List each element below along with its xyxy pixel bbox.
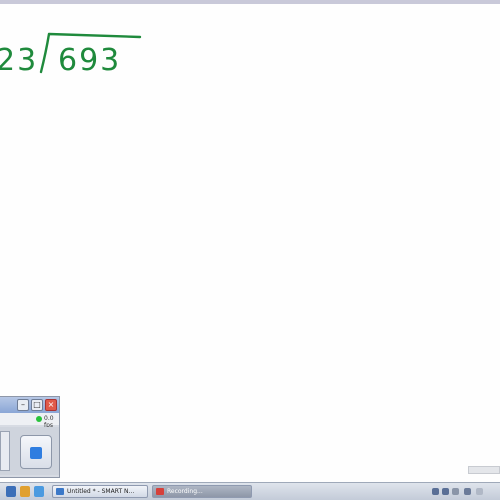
volume-icon[interactable] <box>442 488 449 495</box>
tray-app-icon[interactable] <box>464 488 471 495</box>
tray-extra-icon[interactable] <box>476 488 483 495</box>
network-icon[interactable] <box>432 488 439 495</box>
recorder-side-button[interactable] <box>0 431 10 471</box>
whiteboard-canvas[interactable]: 23 693 <box>0 4 500 482</box>
notebook-icon <box>56 488 64 495</box>
recorder-close-button[interactable]: × <box>45 399 57 411</box>
system-tray <box>430 485 500 498</box>
divisor-text: 23 <box>0 43 38 78</box>
recorder-status-bar: 0.0 fps <box>0 413 59 429</box>
recorder-minimize-button[interactable]: – <box>17 399 29 411</box>
taskbar-item-label: Recording... <box>167 488 203 495</box>
handwriting-layer: 23 693 <box>0 32 142 78</box>
recording-status-dot <box>36 416 42 422</box>
quick-launch-folder-icon[interactable] <box>20 486 30 497</box>
recorder-maximize-button[interactable]: □ <box>31 399 43 411</box>
canvas-scroll-handle[interactable] <box>468 466 500 474</box>
dividend-text: 693 <box>58 43 121 78</box>
start-icon[interactable] <box>6 486 16 497</box>
recorder-controls <box>0 427 59 475</box>
taskbar: Untitled * - SMART N... Recording... <box>0 482 500 500</box>
taskbar-item-label: Untitled * - SMART N... <box>67 488 135 495</box>
stop-recording-button[interactable] <box>20 435 52 469</box>
recorder-icon <box>156 488 164 495</box>
taskbar-item-recorder[interactable]: Recording... <box>152 485 252 498</box>
taskbar-item-notebook[interactable]: Untitled * - SMART N... <box>52 485 148 498</box>
quick-launch-browser-icon[interactable] <box>34 486 44 497</box>
stop-square-icon <box>30 447 42 459</box>
recorder-titlebar[interactable]: – □ × <box>0 397 59 413</box>
recorder-widget: – □ × 0.0 fps <box>0 396 60 478</box>
clock-icon[interactable] <box>452 488 459 495</box>
